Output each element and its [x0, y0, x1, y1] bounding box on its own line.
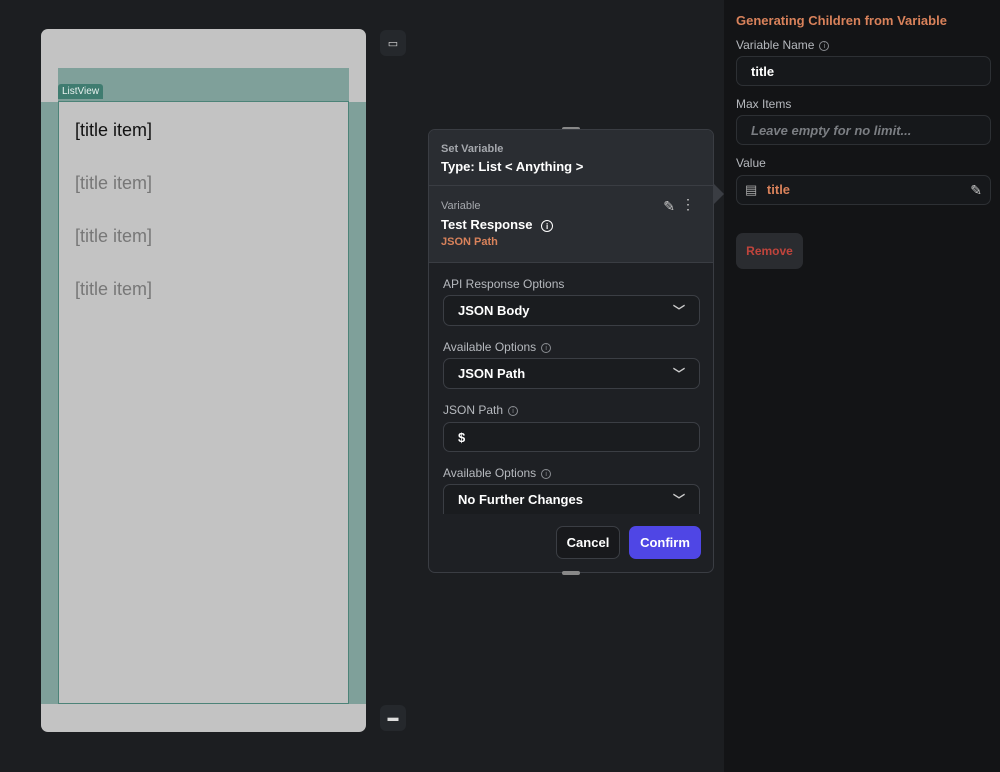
chevron-down-icon: ﹀	[672, 493, 685, 507]
chevron-down-icon: ﹀	[672, 367, 685, 381]
variable-name-input[interactable]: title	[736, 56, 991, 86]
popup-header-label: Set Variable	[441, 143, 504, 155]
info-icon[interactable]: i	[541, 342, 552, 353]
variable-source: JSON Path	[441, 236, 498, 248]
info-icon[interactable]: i	[541, 468, 552, 479]
listview-tag: ListView	[58, 84, 104, 99]
device-icon: ▭	[387, 37, 399, 50]
available-options-label: Available Options i	[443, 340, 552, 354]
further-changes-select[interactable]: No Further Changes ﹀	[443, 484, 700, 514]
panel-title: Generating Children from Variable	[736, 13, 947, 28]
list-item[interactable]: [title item]	[75, 279, 152, 300]
further-changes-value: No Further Changes	[458, 492, 583, 507]
chevron-down-icon: ﹀	[672, 304, 685, 318]
value-text: title	[766, 182, 791, 197]
edit-icon[interactable]: ✎	[970, 182, 982, 199]
available-options-label-2: Available Options i	[443, 466, 552, 480]
variable-name: Test Response	[441, 217, 533, 232]
panel-icon: ▬	[387, 712, 399, 724]
phone-canvas[interactable]: [title item] [title item] [title item] […	[41, 29, 366, 732]
info-icon[interactable]: i	[819, 40, 830, 51]
list-item[interactable]: [title item]	[75, 226, 152, 247]
edit-icon[interactable]: ✎	[663, 198, 675, 215]
list-item[interactable]: [title item]	[75, 173, 152, 194]
bottom-toggle-button[interactable]: ▬	[380, 705, 406, 731]
max-items-input[interactable]: Leave empty for no limit...	[736, 115, 991, 145]
value-label: Value	[736, 156, 766, 170]
api-options-value: JSON Body	[458, 303, 530, 318]
resize-handle-bottom[interactable]	[562, 571, 580, 575]
json-path-label: JSON Path i	[443, 403, 519, 417]
popup-type: Type: List < Anything >	[441, 159, 584, 174]
cancel-button[interactable]: Cancel	[556, 526, 620, 559]
info-icon[interactable]: i	[541, 219, 554, 232]
variable-label: Variable	[441, 200, 481, 212]
available-options-select[interactable]: JSON Path ﹀	[443, 358, 700, 389]
api-options-label: API Response Options	[443, 277, 565, 291]
info-icon[interactable]: i	[508, 405, 519, 416]
popup-pointer	[714, 184, 724, 204]
table-icon: ▤	[745, 182, 758, 197]
remove-button[interactable]: Remove	[736, 233, 803, 269]
listview[interactable]: [title item] [title item] [title item] […	[58, 101, 349, 704]
available-options-value: JSON Path	[458, 366, 526, 381]
confirm-button[interactable]: Confirm	[629, 526, 701, 559]
max-items-label: Max Items	[736, 97, 792, 111]
value-field[interactable]: ▤ title ✎	[736, 175, 991, 205]
device-toggle-button[interactable]: ▭	[380, 30, 406, 56]
variable-name-label: Variable Name i	[736, 38, 830, 52]
json-path-input[interactable]: $	[443, 422, 700, 452]
variable-section[interactable]: Variable Test Response i JSON Path ✎ ⋮	[429, 186, 713, 263]
json-path-value: $	[458, 429, 466, 445]
more-icon[interactable]: ⋮	[681, 196, 695, 213]
set-variable-popup: Set Variable Type: List < Anything > Var…	[428, 129, 714, 573]
api-options-select[interactable]: JSON Body ﹀	[443, 295, 700, 326]
properties-panel: Generating Children from Variable Variab…	[724, 0, 1000, 772]
list-item[interactable]: [title item]	[75, 120, 152, 141]
